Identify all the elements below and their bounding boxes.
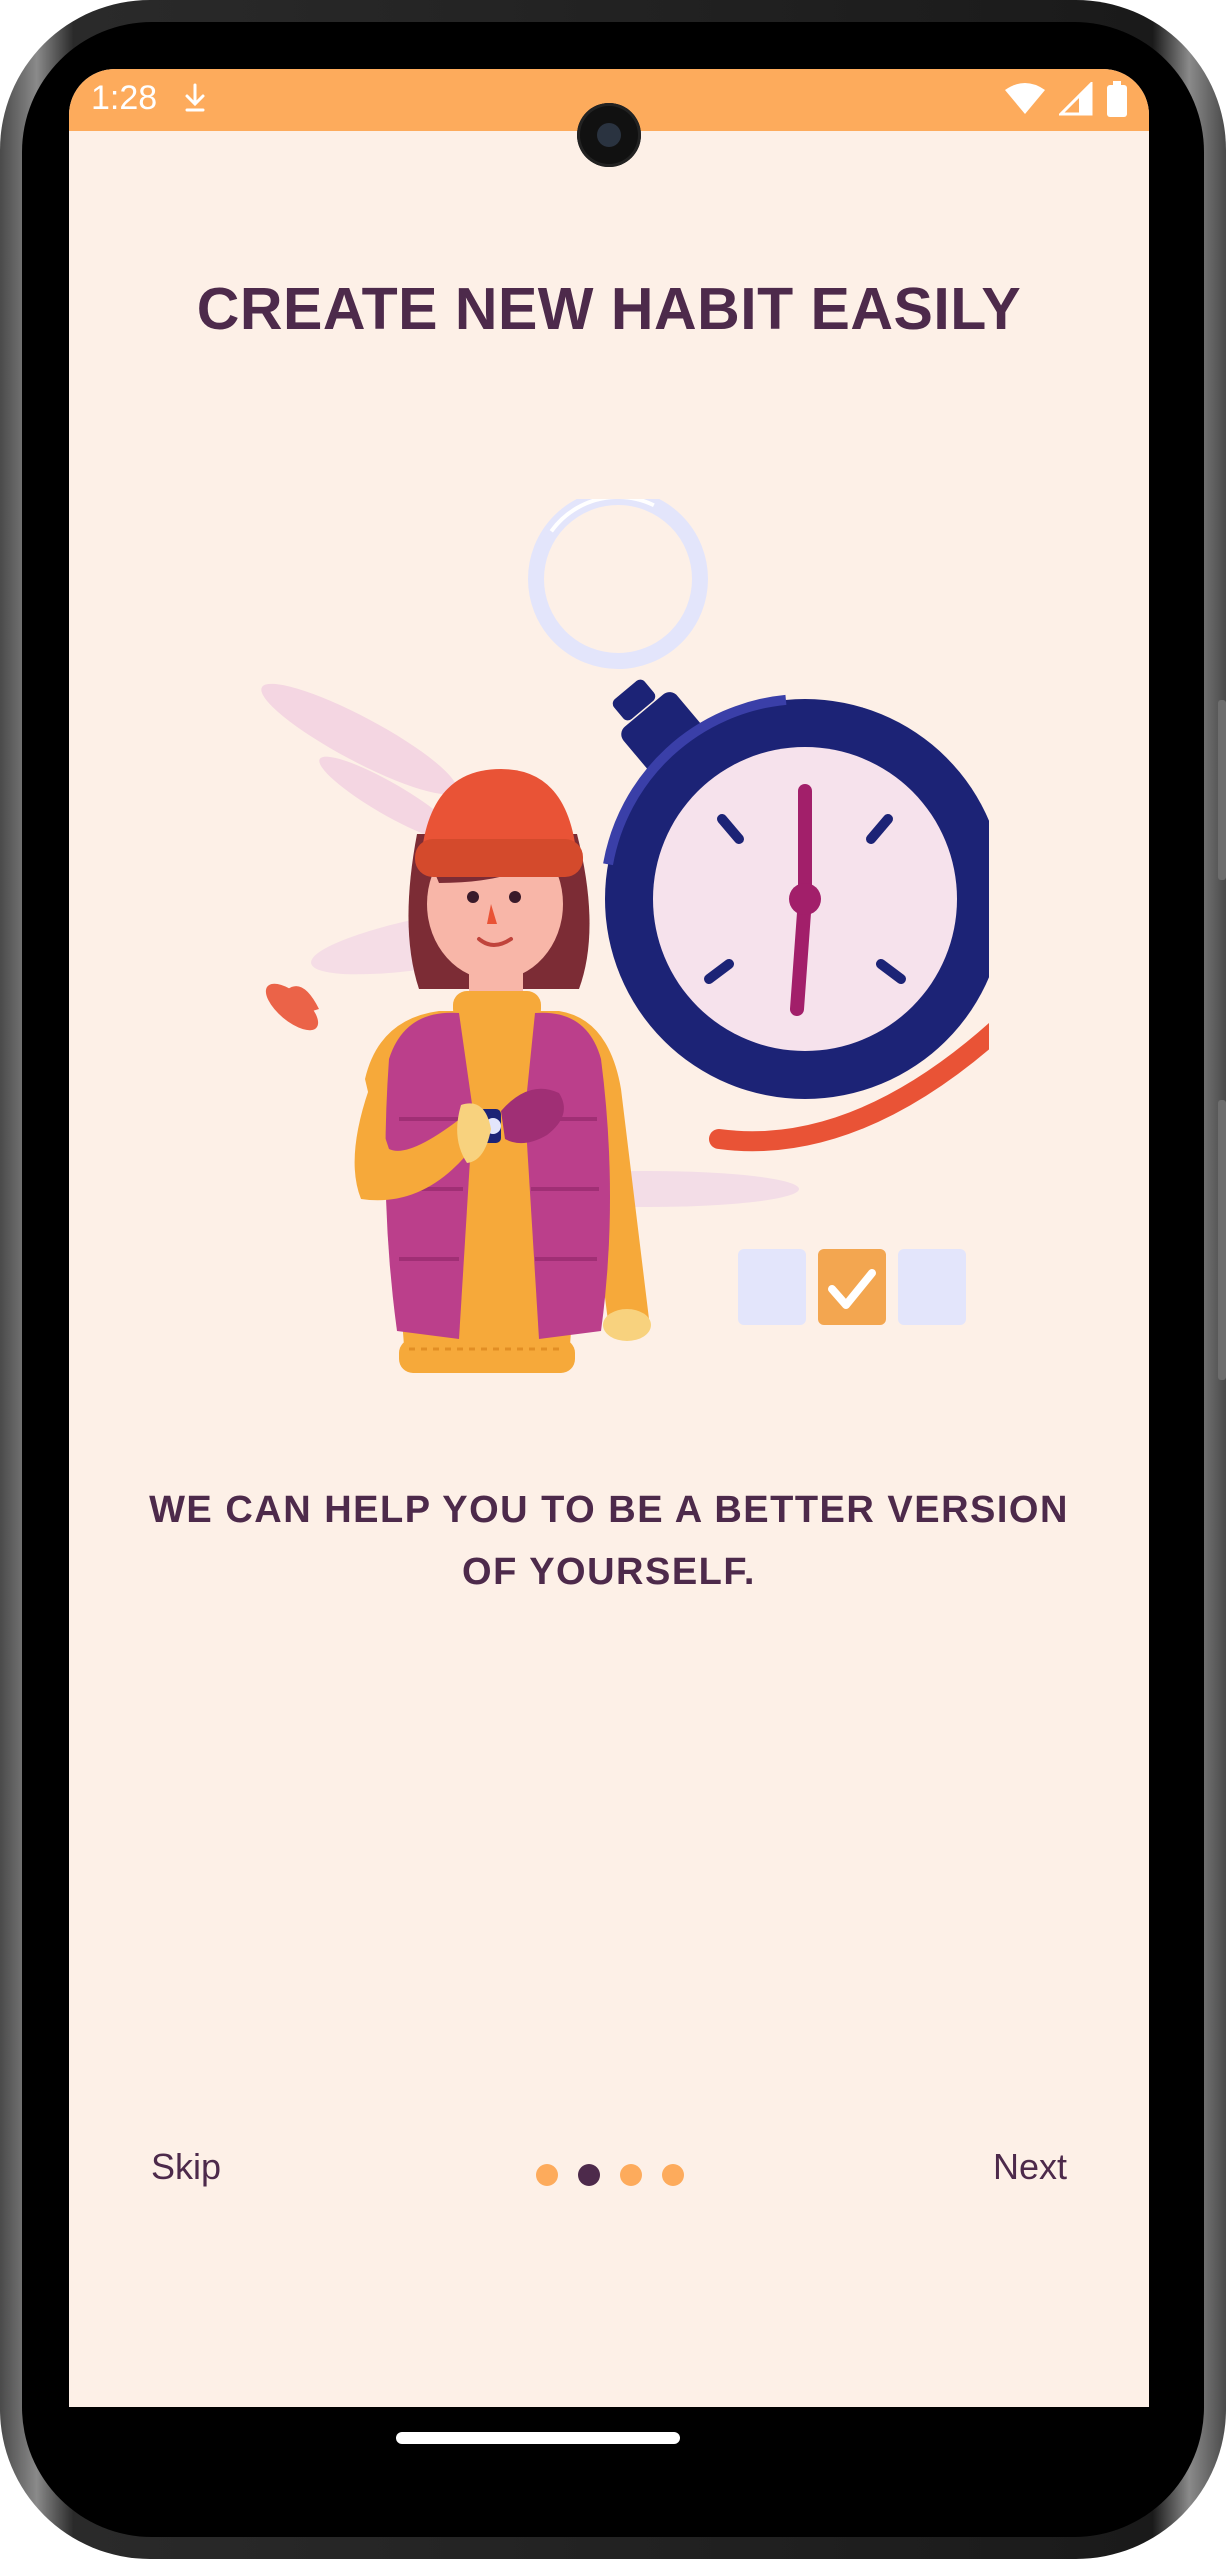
status-icons	[1005, 81, 1127, 117]
gesture-nav-bar[interactable]	[396, 2432, 680, 2444]
checkbox-empty-2	[898, 1249, 966, 1325]
page-indicator	[536, 2164, 684, 2186]
download-status-icon	[185, 83, 205, 112]
onboarding-illustration	[261, 499, 989, 1373]
checkbox-empty-1	[738, 1249, 806, 1325]
stopwatch-ring	[528, 499, 708, 669]
skip-button[interactable]: Skip	[151, 2146, 221, 2188]
volume-button	[1218, 1100, 1226, 1380]
app-screen: 1:28 CREATE NEW HABIT EASILY WE CAN HELP…	[69, 69, 1149, 2407]
cellular-signal-icon	[1059, 82, 1093, 116]
page-dot-1[interactable]	[536, 2164, 558, 2186]
power-button	[1218, 700, 1226, 880]
page-dot-3[interactable]	[620, 2164, 642, 2186]
status-time: 1:28	[91, 79, 158, 117]
page-dot-2-active[interactable]	[578, 2164, 600, 2186]
page-title: CREATE NEW HABIT EASILY	[196, 276, 1022, 342]
checkbox-checked	[818, 1249, 886, 1325]
next-button[interactable]: Next	[993, 2146, 1067, 2188]
subtitle-line-2: OF YOURSELF.	[462, 1551, 756, 1593]
front-camera	[577, 103, 641, 167]
page-dot-4[interactable]	[662, 2164, 684, 2186]
battery-icon	[1107, 81, 1127, 117]
wifi-icon	[1005, 83, 1045, 114]
subtitle-line-1: WE CAN HELP YOU TO BE A BETTER VERSION	[149, 1489, 1069, 1531]
page-subtitle: WE CAN HELP YOU TO BE A BETTER VERSION O…	[129, 1479, 1089, 1603]
